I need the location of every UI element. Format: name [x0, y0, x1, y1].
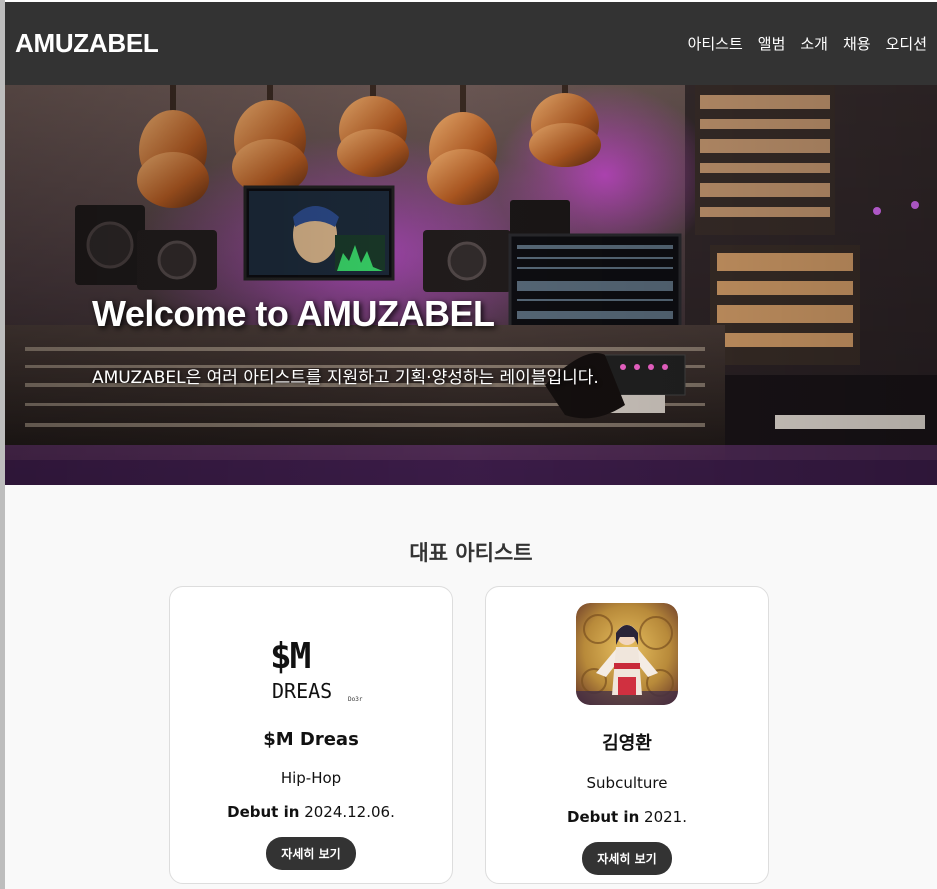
artist-name: 김영환	[602, 733, 652, 754]
nav-link-about[interactable]: 소개	[800, 33, 828, 54]
nav-link-recruit[interactable]: 채용	[843, 33, 871, 54]
nav-links: 아티스트 앨범 소개 채용 오디션	[688, 33, 927, 54]
logo-text-top: $M	[270, 636, 311, 677]
smdreas-logo-image: $M DREAS Do3r	[260, 603, 362, 705]
hero-subtitle: AMUZABEL은 여러 아티스트를 지원하고 기획·양성하는 레이블입니다.	[92, 368, 599, 388]
hero-banner: Welcome to AMUZABEL AMUZABEL은 여러 아티스트를 지…	[5, 85, 937, 485]
debut-date: 2024.12.06.	[304, 803, 395, 821]
view-details-button[interactable]: 자세히 보기	[582, 842, 672, 875]
nav-link-audition[interactable]: 오디션	[886, 33, 927, 54]
artist-name: $M Dreas	[263, 729, 359, 750]
logo-text-tag: Do3r	[348, 696, 363, 703]
artist-genre: Subculture	[586, 774, 668, 792]
artist-photo	[576, 603, 678, 705]
debut-label: Debut in	[227, 803, 300, 821]
hero-overlay	[5, 85, 937, 485]
artist-card: $M DREAS Do3r $M Dreas Hip-Hop Debut in …	[169, 586, 453, 884]
debut-label: Debut in	[567, 808, 640, 826]
logo-text-bottom: DREAS	[272, 679, 333, 703]
nav-link-artists[interactable]: 아티스트	[688, 33, 743, 54]
artist-avatar-image	[576, 603, 678, 705]
hero-title: Welcome to AMUZABEL	[92, 293, 495, 334]
section-title-featured-artists: 대표 아티스트	[409, 541, 533, 565]
artist-genre: Hip-Hop	[280, 769, 342, 787]
debut-date: 2021.	[644, 808, 687, 826]
artist-debut: Debut in 2021.	[567, 808, 687, 826]
view-details-button[interactable]: 자세히 보기	[266, 837, 356, 870]
artist-debut: Debut in 2024.12.06.	[227, 803, 395, 821]
artist-cards: $M DREAS Do3r $M Dreas Hip-Hop Debut in …	[169, 586, 769, 884]
navbar: AMUZABEL 아티스트 앨범 소개 채용 오디션	[5, 2, 937, 85]
artist-logo: $M DREAS Do3r	[260, 603, 362, 705]
nav-link-albums[interactable]: 앨범	[758, 33, 786, 54]
site-logo[interactable]: AMUZABEL	[15, 28, 159, 59]
artist-card: 김영환 Subculture Debut in 2021. 자세히 보기	[485, 586, 769, 884]
